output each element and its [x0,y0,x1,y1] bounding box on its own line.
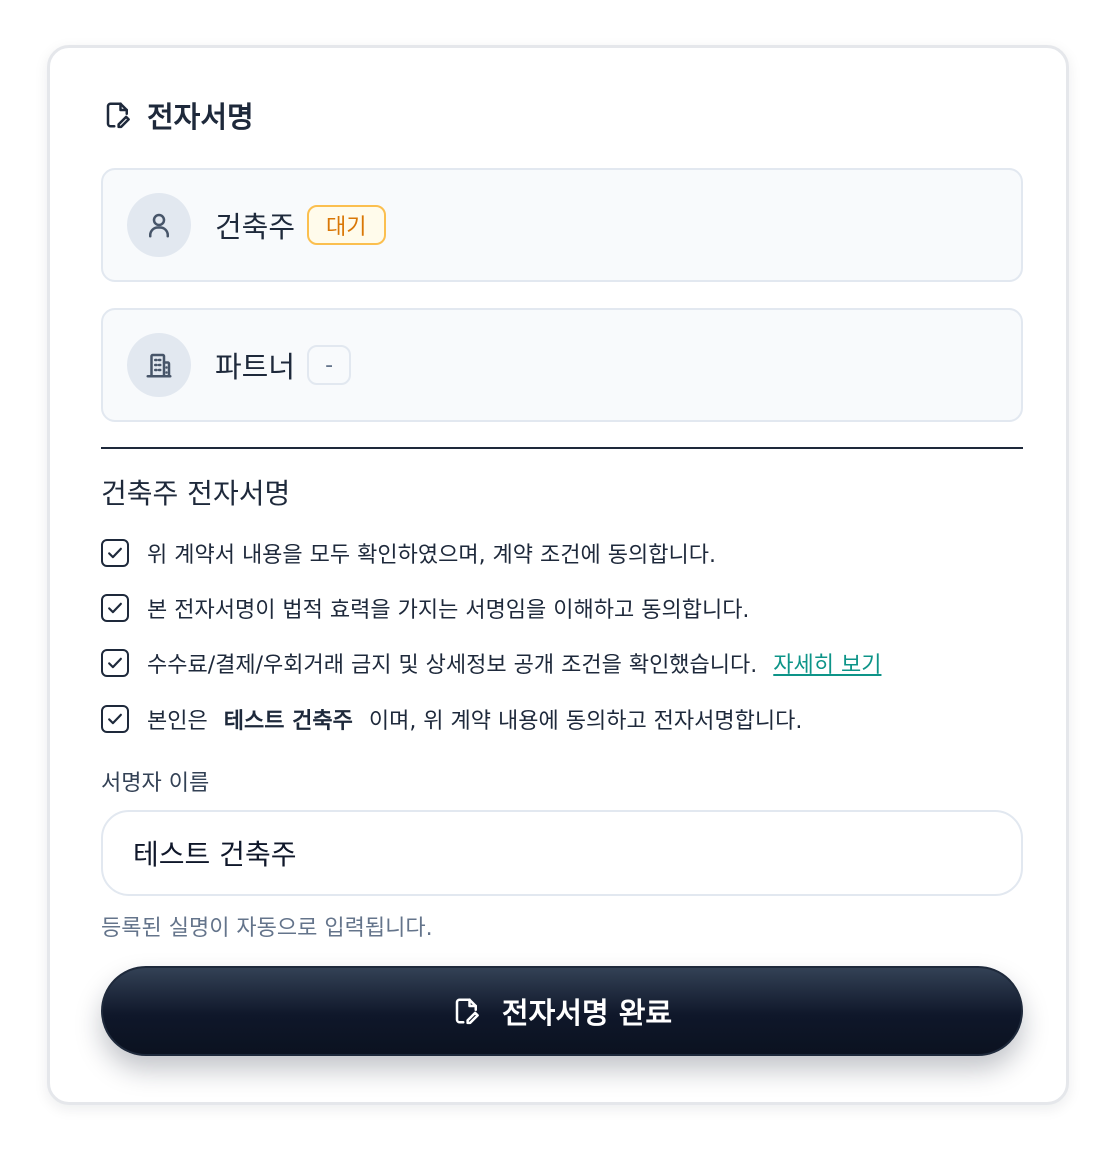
agreement-suffix: 이며, 위 계약 내용에 동의하고 전자서명합니다. [368,709,803,734]
details-link[interactable]: 자세히 보기 [773,647,881,679]
signature-doc-icon [106,102,130,129]
check-icon [108,657,122,669]
signature-doc-icon [455,998,479,1025]
user-icon [149,213,169,238]
party-card-owner: 건축주 대기 [101,168,1023,282]
agreement-checkbox[interactable] [101,705,129,733]
agreement-row[interactable]: 본인은 테스트 건축주 이며, 위 계약 내용에 동의하고 전자서명합니다. [101,702,802,736]
agreement-row[interactable]: 본 전자서명이 법적 효력을 가지는 서명임을 이해하고 동의합니다. [101,591,749,625]
avatar [127,333,191,397]
check-icon [108,602,122,614]
building-icon [146,353,172,378]
card-title: 전자서명 [103,95,254,135]
signer-name-hint: 등록된 실명이 자동으로 입력됩니다. [101,916,433,941]
status-badge: 대기 [307,205,386,245]
signer-name-label: 서명자 이름 [101,771,210,796]
check-icon [108,713,122,725]
party-name: 건축주 [215,210,296,244]
signature-card: 전자서명 건축주 대기 파트너 - 건축주 전자서명 위 계약서 내용을 모두 … [47,45,1069,1105]
agreement-checkbox[interactable] [101,649,129,677]
party-card-partner: 파트너 - [101,308,1023,422]
agreement-checkbox[interactable] [101,594,129,622]
agreement-prefix: 본인은 [147,709,208,734]
card-title-text: 전자서명 [147,100,254,134]
agreement-text: 본 전자서명이 법적 효력을 가지는 서명임을 이해하고 동의합니다. [147,598,750,623]
signer-name-input[interactable] [101,810,1023,896]
agreement-text: 위 계약서 내용을 모두 확인하였으며, 계약 조건에 동의합니다. [147,543,716,568]
check-icon [108,547,122,559]
complete-signature-label: 전자서명 완료 [501,996,673,1030]
section-title: 건축주 전자서명 [101,477,291,510]
complete-signature-button[interactable]: 전자서명 완료 [101,966,1023,1056]
status-badge: - [307,345,352,385]
avatar [127,193,191,257]
agreement-row[interactable]: 위 계약서 내용을 모두 확인하였으며, 계약 조건에 동의합니다. [101,536,716,570]
agreement-checkbox[interactable] [101,539,129,567]
party-name: 파트너 [215,350,296,384]
signer-name-bold: 테스트 건축주 [223,709,353,734]
agreement-row[interactable]: 수수료/결제/우회거래 금지 및 상세정보 공개 조건을 확인했습니다. 자세히… [101,646,881,680]
agreement-text: 수수료/결제/우회거래 금지 및 상세정보 공개 조건을 확인했습니다. [147,653,758,678]
section-divider [101,447,1023,449]
